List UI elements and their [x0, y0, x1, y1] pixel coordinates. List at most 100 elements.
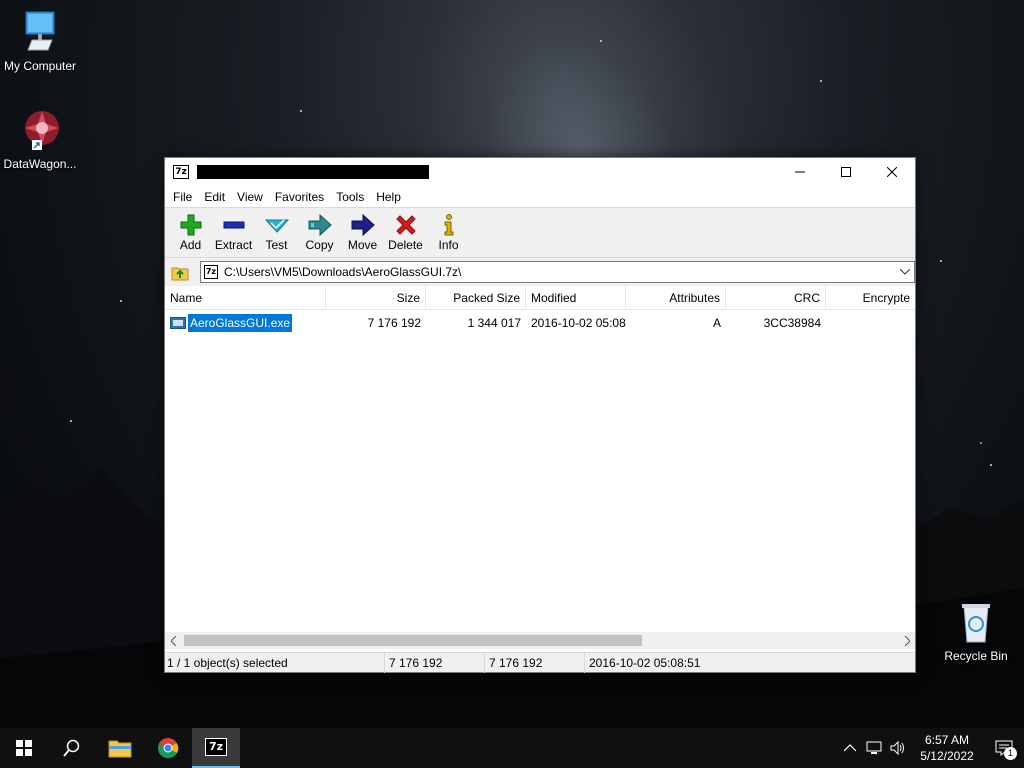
- volume-icon: [890, 741, 904, 755]
- windows-logo-icon: [16, 740, 32, 756]
- copy-icon: [308, 214, 332, 236]
- column-header-modified[interactable]: Modified: [526, 286, 626, 310]
- file-size: 7 176 192: [367, 316, 421, 330]
- close-button[interactable]: [869, 158, 915, 186]
- menu-tools[interactable]: Tools: [330, 190, 370, 204]
- status-modified: 2016-10-02 05:08:51: [589, 655, 701, 670]
- info-label: Info: [438, 238, 459, 252]
- status-selection: 1 / 1 object(s) selected: [165, 652, 385, 673]
- minimize-button[interactable]: [777, 158, 823, 186]
- 7zip-file-manager-window: 7z File Edit View Favorites Tools Help A…: [164, 157, 916, 673]
- clock[interactable]: 6:57 AM 5/12/2022: [910, 732, 984, 764]
- menu-favorites[interactable]: Favorites: [269, 190, 330, 204]
- clock-date: 5/12/2022: [920, 749, 974, 763]
- address-bar[interactable]: 7z C:\Users\VM5\Downloads\AeroGlassGUI.7…: [199, 261, 915, 283]
- menu-edit[interactable]: Edit: [198, 190, 231, 204]
- add-button[interactable]: Add: [169, 208, 212, 257]
- extract-button[interactable]: Extract: [212, 208, 255, 257]
- copy-button[interactable]: Copy: [298, 208, 341, 257]
- action-center-button[interactable]: 1: [984, 728, 1024, 768]
- chevron-up-icon: [844, 744, 856, 752]
- file-list: Name Size Packed Size Modified Attribute…: [165, 286, 915, 632]
- info-icon: [444, 214, 453, 236]
- file-modified: 2016-10-02 05:08: [531, 316, 626, 330]
- start-button[interactable]: [0, 728, 48, 768]
- maximize-button[interactable]: [823, 158, 869, 186]
- chevron-right-icon: [904, 635, 910, 646]
- clock-time: 6:57 AM: [924, 733, 970, 747]
- taskbar-7zip[interactable]: 7z: [192, 728, 240, 768]
- taskbar-chrome[interactable]: [144, 728, 192, 768]
- column-header-attributes[interactable]: Attributes: [626, 286, 726, 310]
- desktop-icon-label: My Computer: [3, 59, 77, 73]
- archive-icon: 7z: [203, 265, 218, 279]
- chevron-down-icon: [900, 269, 910, 275]
- title-bar[interactable]: 7z: [165, 158, 915, 186]
- horizontal-scrollbar[interactable]: [165, 632, 915, 649]
- move-button[interactable]: Move: [341, 208, 384, 257]
- menu-file[interactable]: File: [167, 190, 198, 204]
- delete-icon: [395, 215, 416, 235]
- file-name: AeroGlassGUI.exe: [186, 313, 294, 333]
- status-bar: 1 / 1 object(s) selected 7 176 192 7 176…: [165, 652, 915, 673]
- taskbar: 7z 6:57 AM 5/12/2022 1: [0, 728, 1024, 768]
- search-button[interactable]: [48, 728, 96, 768]
- network-icon: [866, 741, 882, 754]
- network-button[interactable]: [862, 728, 886, 768]
- taskbar-file-explorer[interactable]: [96, 728, 144, 768]
- file-attributes: A: [712, 316, 721, 330]
- up-folder-button[interactable]: [168, 261, 192, 283]
- column-headers: Name Size Packed Size Modified Attribute…: [165, 286, 915, 310]
- notification-count-badge: 1: [1004, 747, 1017, 760]
- info-button[interactable]: Info: [427, 208, 470, 257]
- menu-bar: File Edit View Favorites Tools Help: [165, 186, 915, 208]
- file-name-cell: AeroGlassGUI.exe: [165, 313, 326, 333]
- desktop-icon-recycle-bin[interactable]: Recycle Bin: [936, 600, 1016, 663]
- scroll-track[interactable]: [182, 632, 898, 649]
- close-icon: [887, 167, 897, 177]
- window-title-redacted: [197, 165, 429, 179]
- table-row[interactable]: AeroGlassGUI.exe 7 176 192 1 344 017 201…: [165, 313, 915, 333]
- desktop-icon-my-computer[interactable]: My Computer: [0, 10, 80, 73]
- show-hidden-icons-button[interactable]: [838, 728, 862, 768]
- test-label: Test: [265, 238, 288, 252]
- scroll-right-button[interactable]: [898, 632, 915, 649]
- desktop-icon-datawagon[interactable]: DataWagon...: [0, 108, 80, 171]
- delete-button[interactable]: Delete: [384, 208, 427, 257]
- extract-label: Extract: [214, 238, 253, 252]
- recycle-bin-icon: [962, 604, 990, 643]
- chrome-icon: [158, 738, 179, 759]
- computer-icon: [25, 11, 55, 51]
- test-button[interactable]: Test: [255, 208, 298, 257]
- maximize-icon: [841, 167, 851, 177]
- 7zip-icon: 7z: [205, 738, 227, 756]
- scroll-thumb[interactable]: [184, 635, 642, 646]
- volume-button[interactable]: [886, 728, 910, 768]
- folder-icon: [108, 740, 132, 758]
- move-label: Move: [347, 238, 378, 252]
- desktop-icon-label: Recycle Bin: [944, 649, 1008, 663]
- menu-view[interactable]: View: [231, 190, 269, 204]
- file-crc: 3CC38984: [763, 316, 821, 330]
- extract-icon: [223, 221, 244, 229]
- move-icon: [351, 214, 375, 236]
- file-packed-size: 1 344 017: [467, 316, 521, 330]
- column-header-packed-size[interactable]: Packed Size: [426, 286, 526, 310]
- column-header-name[interactable]: Name: [165, 286, 326, 310]
- chevron-left-icon: [170, 635, 176, 646]
- window-controls: [777, 158, 915, 186]
- menu-help[interactable]: Help: [370, 190, 407, 204]
- delete-label: Delete: [388, 238, 423, 252]
- column-header-encrypted[interactable]: Encrypte: [826, 286, 915, 310]
- exe-file-icon: [170, 317, 186, 329]
- add-label: Add: [179, 238, 202, 252]
- minimize-icon: [795, 171, 805, 173]
- scroll-left-button[interactable]: [165, 632, 182, 649]
- address-row: 7z C:\Users\VM5\Downloads\AeroGlassGUI.7…: [165, 258, 915, 286]
- 7zip-app-icon: 7z: [173, 165, 189, 179]
- add-icon: [180, 214, 201, 236]
- column-header-crc[interactable]: CRC: [726, 286, 826, 310]
- address-dropdown-button[interactable]: [896, 269, 914, 275]
- test-icon: [264, 219, 289, 233]
- column-header-size[interactable]: Size: [326, 286, 426, 310]
